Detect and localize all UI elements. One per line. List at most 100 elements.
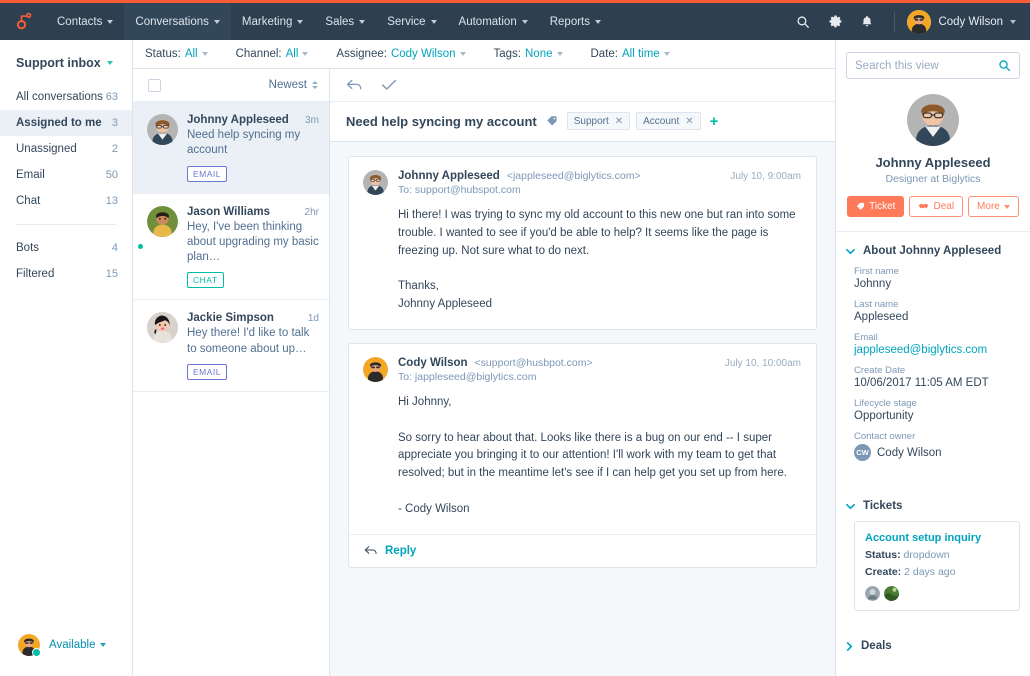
channel-badge: CHAT	[187, 272, 224, 288]
nav-item-contacts[interactable]: Contacts	[46, 3, 124, 40]
avatar	[907, 94, 959, 146]
property-value[interactable]: jappleseed@biglytics.com	[854, 344, 1020, 356]
left-sidebar: Support inbox All conversations63Assigne…	[0, 40, 133, 676]
sidebar-item-assigned-to-me[interactable]: Assigned to me3	[0, 110, 132, 136]
filter-label: Tags:	[494, 48, 522, 60]
chevron-down-icon	[431, 20, 437, 24]
user-menu[interactable]: Cody Wilson	[907, 10, 1018, 34]
add-tag-button[interactable]: +	[710, 114, 719, 129]
filter-tags[interactable]: Tags:None	[494, 48, 563, 60]
sidebar-item-bots[interactable]: Bots4	[0, 235, 132, 261]
chevron-down-icon	[107, 61, 113, 65]
contact-avatar-image	[907, 94, 959, 146]
conversation-list-item[interactable]: Jackie Simpson1dHey there! I'd like to t…	[133, 300, 329, 392]
nav-item-service[interactable]: Service	[376, 3, 447, 40]
search-button[interactable]	[788, 3, 818, 40]
ticket-button-label: Ticket	[869, 201, 895, 212]
ticket-button[interactable]: Ticket	[847, 196, 904, 217]
avatar	[363, 357, 388, 382]
filter-status[interactable]: Status:All	[145, 48, 208, 60]
sidebar-item-chat[interactable]: Chat13	[0, 188, 132, 214]
avatar	[363, 170, 388, 195]
message-body: Hi Johnny, So sorry to hear about that. …	[398, 394, 801, 519]
thread-tags: Support✕ Account✕	[567, 112, 701, 130]
search-view-box[interactable]	[846, 52, 1020, 79]
message-main: Cody Wilson<support@husbpot.com>July 10,…	[398, 357, 801, 519]
nav-item-marketing[interactable]: Marketing	[231, 3, 315, 40]
property-label: First name	[854, 266, 1020, 277]
sidebar-nav-primary: All conversations63Assigned to me3Unassi…	[0, 84, 132, 214]
inbox-selector[interactable]: Support inbox	[0, 40, 132, 84]
ticket-card[interactable]: Account setup inquiry Status: dropdown C…	[854, 521, 1020, 611]
message-sender: Johnny Appleseed	[398, 170, 500, 182]
avatar	[147, 312, 178, 343]
checkmark-icon[interactable]	[381, 78, 397, 92]
thread-tag[interactable]: Support✕	[567, 112, 630, 130]
conversation-list-item[interactable]: Johnny Appleseed3mNeed help syncing my a…	[133, 102, 329, 194]
notifications-button[interactable]	[852, 3, 882, 40]
ticket-title[interactable]: Account setup inquiry	[865, 532, 1009, 544]
conversation-list-item[interactable]: Jason Williams2hrHey, I've been thinking…	[133, 194, 329, 301]
more-button[interactable]: More	[968, 196, 1019, 217]
about-section-header[interactable]: About Johnny Appleseed	[836, 232, 1030, 266]
conversation-items: Johnny Appleseed3mNeed help syncing my a…	[133, 102, 329, 392]
ticket-status-label: Status:	[865, 549, 901, 561]
conversation-timestamp: 2hr	[305, 207, 319, 218]
sidebar-item-filtered[interactable]: Filtered15	[0, 261, 132, 287]
nav-item-automation[interactable]: Automation	[448, 3, 539, 40]
filter-label: Channel:	[236, 48, 282, 60]
sidebar-item-label: Chat	[16, 195, 40, 207]
sidebar-item-unassigned[interactable]: Unassigned2	[0, 136, 132, 162]
thread-messages: Johnny Appleseed<jappleseed@biglytics.co…	[330, 142, 835, 676]
hubspot-logo[interactable]	[0, 3, 46, 40]
nav-item-reports[interactable]: Reports	[539, 3, 612, 40]
ticket-status-value: dropdown	[904, 549, 950, 561]
remove-tag-icon[interactable]: ✕	[685, 116, 693, 127]
deal-button[interactable]: Deal	[909, 196, 963, 217]
sort-control[interactable]: Newest	[269, 79, 318, 91]
top-navigation: Contacts Conversations Marketing SalesServi…	[0, 3, 1030, 40]
contact-role: Designer at Biglytics	[846, 173, 1020, 185]
nav-item-label: Conversations	[135, 16, 209, 28]
message-card: Johnny Appleseed<jappleseed@biglytics.co…	[348, 156, 817, 330]
property-first-name: First nameJohnny	[854, 266, 1020, 290]
about-section-title: About Johnny Appleseed	[863, 245, 1001, 257]
filter-value: All time	[622, 48, 660, 60]
search-icon	[998, 59, 1011, 72]
sidebar-item-label: Bots	[16, 242, 39, 254]
nav-item-label: Marketing	[242, 16, 293, 28]
nav-item-conversations[interactable]: Conversations	[124, 3, 231, 40]
nav-item-sales[interactable]: Sales	[314, 3, 376, 40]
conversation-list: Newest Johnny Appleseed3mNeed help synci…	[133, 69, 330, 676]
search-input[interactable]	[855, 60, 998, 72]
chevron-down-icon	[522, 20, 528, 24]
filter-date[interactable]: Date:All time	[591, 48, 670, 60]
settings-button[interactable]	[820, 3, 850, 40]
reply-arrow-icon	[364, 545, 378, 556]
sort-arrows-icon	[312, 81, 318, 89]
remove-tag-icon[interactable]: ✕	[615, 116, 623, 127]
avatar	[907, 10, 931, 34]
select-all-checkbox[interactable]	[148, 79, 161, 92]
property-value: 10/06/2017 11:05 AM EDT	[854, 377, 1020, 389]
message-card: Cody Wilson<support@husbpot.com>July 10,…	[348, 343, 817, 568]
chevron-down-icon	[302, 52, 308, 56]
sidebar-item-email[interactable]: Email50	[0, 162, 132, 188]
chevron-down-icon	[202, 52, 208, 56]
past-conversations-section-header[interactable]: Past Conversations	[836, 665, 1030, 676]
sidebar-item-count: 15	[106, 268, 118, 280]
conversation-top-row: Johnny Appleseed3m	[187, 114, 319, 126]
filter-assignee[interactable]: Assignee:Cody Wilson	[336, 48, 465, 60]
deals-section-header[interactable]: Deals	[836, 627, 1030, 661]
gear-icon	[828, 14, 843, 29]
presence-status[interactable]: Available	[0, 634, 132, 676]
sidebar-item-all-conversations[interactable]: All conversations63	[0, 84, 132, 110]
tickets-section-header[interactable]: Tickets	[836, 487, 1030, 521]
reply-button[interactable]: Reply	[349, 534, 816, 567]
property-contact-owner: Contact ownerCWCody Wilson	[854, 431, 1020, 461]
conversation-snippet: Hey there! I'd like to talk to someone a…	[187, 326, 319, 357]
reply-arrow-icon[interactable]	[346, 78, 363, 92]
filter-channel[interactable]: Channel:All	[236, 48, 309, 60]
app-body: Support inbox All conversations63Assigne…	[0, 40, 1030, 676]
thread-tag[interactable]: Account✕	[636, 112, 701, 130]
